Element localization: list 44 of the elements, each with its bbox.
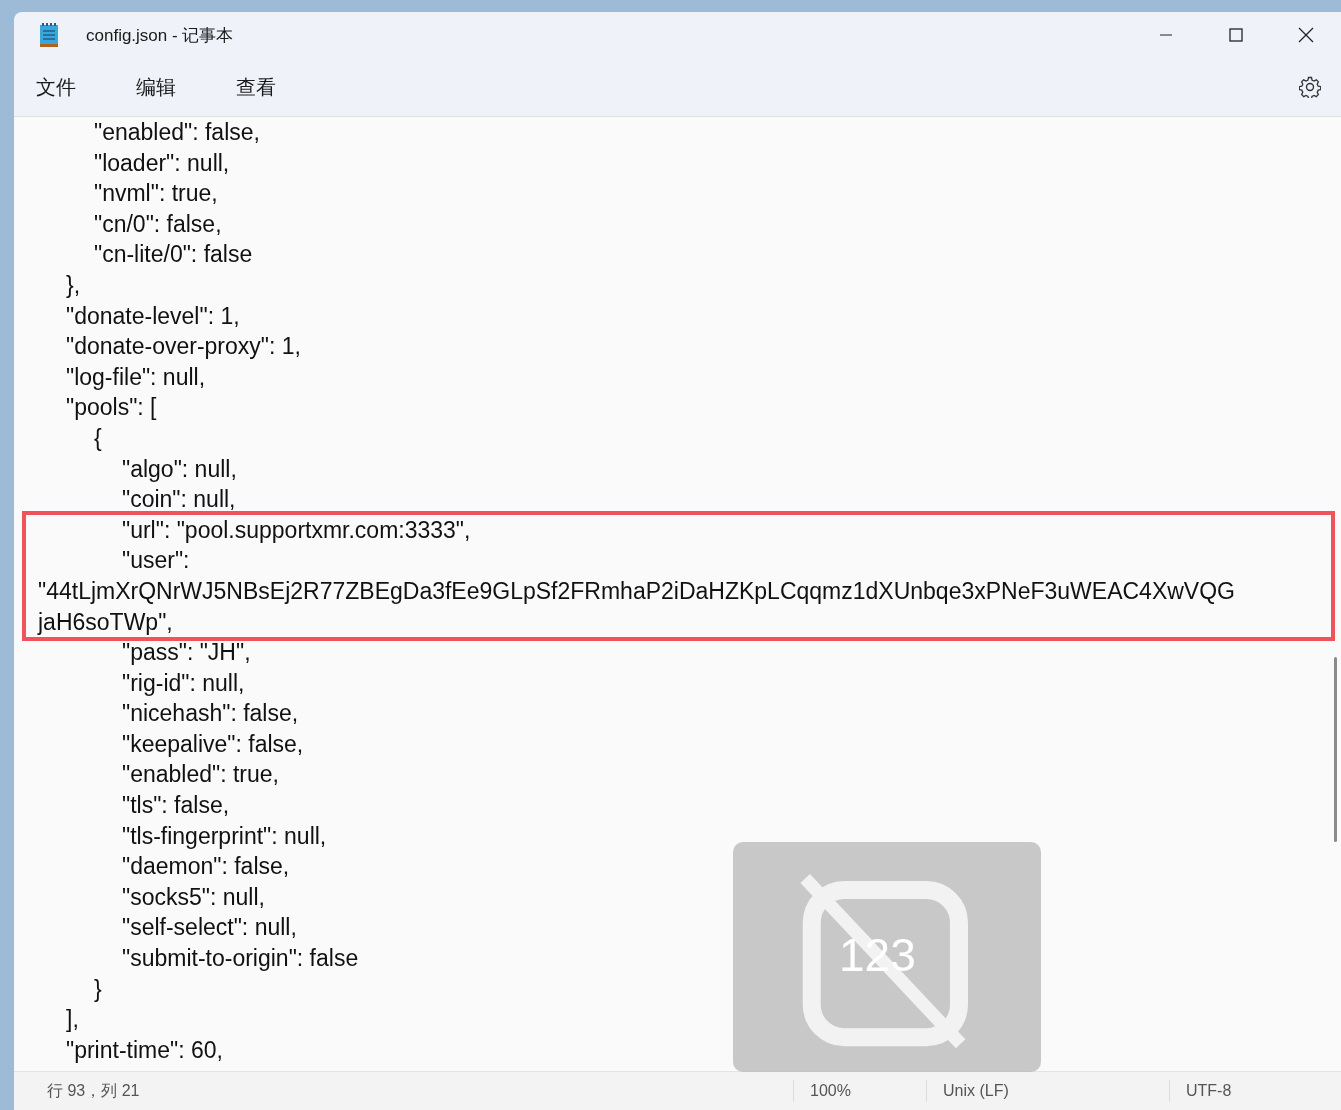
code-line: "algo": null, (121, 454, 237, 484)
code-line: "socks5": null, (121, 882, 265, 912)
settings-icon[interactable] (1299, 76, 1321, 98)
code-line: "cn/0": false, (93, 209, 222, 239)
notepad-icon (38, 22, 60, 48)
code-line: "tls-fingerprint": null, (121, 821, 327, 851)
code-line: "submit-to-origin": false (121, 944, 359, 974)
code-line: "pools": [ (65, 393, 157, 423)
code-line: "cn-lite/0": false (93, 240, 253, 270)
code-line: "pass": "JH", (121, 638, 251, 668)
code-line: "self-select": null, (121, 913, 297, 943)
menu-item[interactable]: 文件 (24, 65, 88, 109)
code-line: "nvml": true, (93, 179, 218, 209)
code-line: "coin": null, (121, 485, 236, 515)
code-line: "url": "pool.supportxmr.com:3333", (121, 515, 471, 545)
code-line: "loader": null, (93, 148, 230, 178)
code-line: "print-time": 60, (65, 1035, 223, 1065)
cursor-position: 行 93，列 21 (46, 1080, 141, 1101)
code-line: "user": (121, 546, 190, 576)
encoding: UTF-8 (1185, 1082, 1233, 1100)
window-title: config.json - 记事本 (86, 24, 234, 47)
code-line: "donate-level": 1, (65, 301, 240, 331)
close-icon (1298, 27, 1314, 43)
menu-item[interactable]: 编辑 (124, 65, 188, 109)
line-ending: Unix (LF) (942, 1082, 1010, 1100)
code-line: "daemon": false, (121, 852, 290, 882)
code-line: "44tLjmXrQNrWJ5NBsEj2R77ZBEgDa3fEe9GLpSf2FRmhaP2iDaHZKpLCqqmz1dXUnbqe3xPNeF3uWEAC4XwVQG (37, 576, 1235, 606)
code-line: "rig-id": null, (121, 668, 245, 698)
code-line: }, (65, 270, 81, 300)
code-line: jaH6soTWp", (36, 607, 173, 637)
code-line: "enabled": true, (121, 760, 279, 790)
code-line: "donate-over-proxy": 1, (65, 332, 301, 362)
scrollbar-thumb[interactable] (1334, 657, 1337, 842)
code-line: ], (65, 1005, 79, 1035)
menu-item[interactable]: 查看 (224, 65, 288, 109)
code-line: { (93, 423, 102, 453)
code-line: "log-file": null, (65, 362, 206, 392)
code-line: "nicehash": false, (121, 699, 299, 729)
code-line: "tls": false, (121, 791, 230, 821)
code-line: } (93, 974, 102, 1004)
maximize-icon (1229, 28, 1243, 42)
code-line: "keepalive": false, (121, 729, 304, 759)
zoom-level: 100% (809, 1082, 852, 1100)
code-line: "enabled": false, (93, 118, 260, 147)
